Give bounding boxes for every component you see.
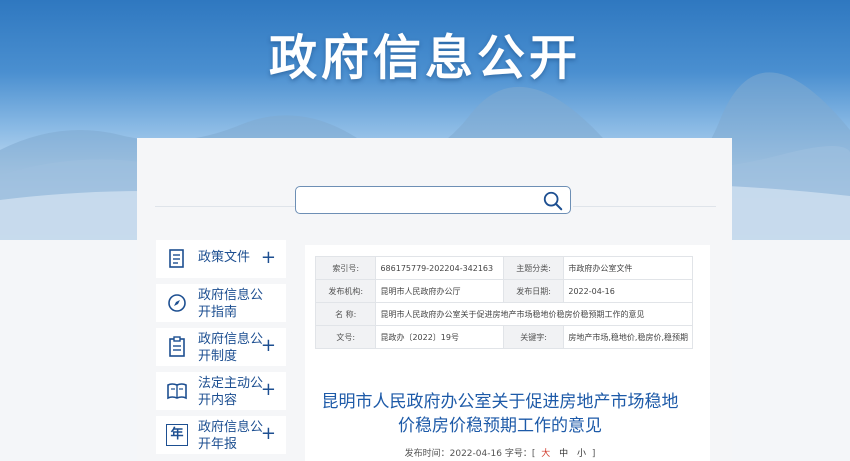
publish-time-label: 发布时间：: [404, 449, 450, 459]
book-icon: [167, 383, 187, 400]
document-metadata-table: 索引号: 686175779-202204-342163 主题分类: 市政府办公…: [314, 256, 693, 349]
page-title: 政府信息公开: [268, 30, 581, 86]
docno-label: 文号:: [314, 325, 377, 349]
clipboard-icon: [169, 336, 185, 357]
topic-label: 主题分类:: [502, 256, 565, 280]
font-size-medium-button[interactable]: 中: [559, 449, 568, 459]
docno-value: 昆政办〔2022〕19号: [375, 325, 504, 349]
name-label: 名 称:: [314, 302, 377, 326]
font-size-large-button[interactable]: 大: [541, 449, 550, 459]
expand-plus-icon[interactable]: +: [261, 337, 276, 355]
article-title-line: 昆明市人民政府办公室关于促进房地产市场稳地: [321, 392, 679, 412]
publish-time: 2022-04-16: [449, 449, 502, 459]
article-title: 昆明市人民政府办公室关于促进房地产市场稳地 价稳房价稳预期工作的意见: [300, 390, 700, 438]
name-value: 昆明市人民政府办公室关于促进房地产市场稳地价稳房价稳预期工作的意见: [375, 302, 693, 326]
index-label: 索引号:: [314, 256, 377, 280]
document-icon: [169, 249, 184, 268]
keyword-label: 关键字:: [502, 325, 565, 349]
sidebar-item-policy-docs[interactable]: 政策文件 +: [156, 240, 286, 278]
sidebar-item-label: 政策文件: [198, 250, 251, 265]
sidebar-item-statutory-content[interactable]: 法定主动公开内容 +: [156, 372, 286, 410]
date-label: 发布日期:: [502, 279, 565, 303]
sidebar-item-annual-report[interactable]: 年 政府信息公开年报 +: [156, 416, 286, 454]
expand-plus-icon[interactable]: +: [261, 381, 276, 399]
sidebar-item-label: 政府信息公开指南: [198, 288, 264, 320]
topic-value: 市政府办公室文件: [563, 256, 693, 280]
sidebar-item-disclosure-guide[interactable]: 政府信息公开指南: [156, 284, 286, 322]
issuer-label: 发布机构:: [314, 279, 377, 303]
sidebar-item-label: 政府信息公开年报: [198, 420, 264, 452]
issuer-value: 昆明市人民政府办公厅: [375, 279, 504, 303]
search-icon[interactable]: [542, 190, 564, 212]
font-size-small-button[interactable]: 小: [577, 449, 586, 459]
sidebar-item-label: 政府信息公开制度: [198, 332, 264, 364]
compass-icon: [168, 294, 186, 312]
divider: [573, 206, 716, 207]
expand-plus-icon[interactable]: +: [261, 249, 276, 267]
sidebar-item-label: 法定主动公开内容: [198, 376, 264, 408]
date-value: 2022-04-16: [563, 279, 693, 303]
keyword-value: 房地产市场,稳地价,稳房价,稳预期: [563, 325, 693, 349]
sidebar-item-disclosure-system[interactable]: 政府信息公开制度 +: [156, 328, 286, 366]
font-size-close: ]: [591, 449, 596, 459]
year-icon: 年: [166, 424, 188, 446]
divider: [155, 206, 295, 207]
publish-info: 发布时间：2022-04-16 字号：[ 大 中 小 ]: [300, 446, 700, 459]
expand-plus-icon[interactable]: +: [261, 425, 276, 443]
article-title-line: 价稳房价稳预期工作的意见: [398, 416, 602, 436]
index-value: 686175779-202204-342163: [375, 256, 504, 280]
font-size-label: 字号：[: [504, 449, 536, 459]
search-input[interactable]: [295, 186, 571, 214]
